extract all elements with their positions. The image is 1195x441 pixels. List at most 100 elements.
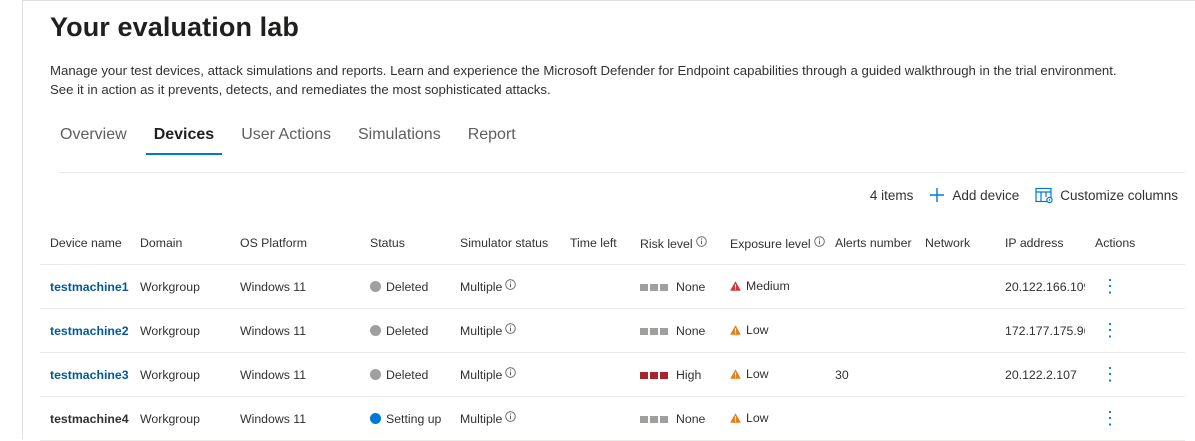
item-count: 4 items: [869, 187, 914, 203]
domain-cell: Workgroup: [130, 264, 230, 309]
time-left-cell: [560, 264, 630, 309]
tab-report[interactable]: Report: [458, 124, 526, 156]
domain-cell: Workgroup: [130, 396, 230, 441]
frame-top-border: [22, 0, 1195, 1]
more-actions-icon[interactable]: ⋮: [1101, 277, 1119, 295]
exposure-level-cell: Medium: [720, 264, 825, 309]
tab-simulations[interactable]: Simulations: [348, 124, 451, 156]
table-row[interactable]: testmachine2 Workgroup Windows 11 Deleted Mu…: [40, 308, 1185, 353]
column-header-os-platform[interactable]: OS Platform: [230, 222, 360, 265]
risk-level-cell: None: [630, 308, 720, 353]
status-label: Deleted: [386, 323, 429, 338]
actions-cell: ⋮: [1085, 396, 1185, 441]
tab-overview[interactable]: Overview: [50, 124, 137, 156]
info-icon[interactable]: [813, 235, 825, 247]
time-left-cell: [560, 308, 630, 353]
simulator-status-cell: Multiple: [450, 352, 560, 397]
column-header-risk-level-label: Risk level: [640, 236, 693, 251]
frame-left-border: [22, 0, 23, 439]
alerts-number-cell: [825, 264, 915, 309]
os-platform-cell: Windows 11: [230, 396, 360, 441]
status-dot-icon: [370, 412, 381, 424]
warning-triangle-icon: [730, 368, 741, 382]
device-name-link[interactable]: testmachine1: [40, 264, 130, 309]
table-settings-icon: [1035, 187, 1054, 204]
table-toolbar: 4 items Add device Customize columns: [870, 185, 1178, 205]
page-title: Your evaluation lab: [50, 12, 299, 42]
risk-level-bar-segment: [640, 415, 648, 423]
exposure-level-label: Low: [746, 367, 769, 381]
risk-level-cell: None: [630, 396, 720, 441]
device-name-link[interactable]: testmachine4: [40, 396, 130, 441]
column-header-domain[interactable]: Domain: [130, 222, 230, 265]
info-icon[interactable]: [505, 323, 517, 334]
table-row[interactable]: testmachine3 Workgroup Windows 11 Deleted Mu…: [40, 352, 1185, 397]
risk-level-bar-segment: [650, 283, 658, 291]
tab-devices[interactable]: Devices: [144, 124, 225, 156]
table-header-row: Device name Domain OS Platform Status Si…: [40, 222, 1185, 265]
os-platform-cell: Windows 11: [230, 352, 360, 397]
actions-cell: ⋮: [1085, 264, 1185, 309]
exposure-level-label: Medium: [746, 279, 790, 293]
info-icon[interactable]: [505, 279, 517, 290]
status-dot-icon: [370, 324, 381, 336]
add-device-button[interactable]: Add device: [928, 186, 1019, 204]
simulator-status-cell: Multiple: [450, 264, 560, 309]
network-cell: [915, 264, 995, 309]
more-actions-icon[interactable]: ⋮: [1101, 409, 1119, 427]
exposure-level-label: Low: [746, 411, 769, 425]
more-actions-icon[interactable]: ⋮: [1101, 321, 1119, 339]
table-row[interactable]: testmachine1 Workgroup Windows 11 Deleted Mu…: [40, 264, 1185, 309]
network-cell: [915, 308, 995, 353]
column-header-exposure-level-label: Exposure level: [730, 236, 811, 251]
warning-triangle-icon: [730, 324, 741, 338]
warning-triangle-icon: [730, 280, 741, 294]
info-icon[interactable]: [505, 367, 517, 378]
risk-level-bar-segment: [660, 327, 668, 335]
column-header-device-name[interactable]: Device name: [40, 222, 130, 265]
risk-level-cell: High: [630, 352, 720, 397]
actions-cell: ⋮: [1085, 352, 1185, 397]
exposure-level-cell: Low: [720, 352, 825, 397]
risk-level-bar: [640, 324, 670, 338]
risk-level-label: None: [676, 411, 706, 426]
network-cell: [915, 352, 995, 397]
column-header-ip-address[interactable]: IP address: [995, 222, 1085, 265]
risk-level-bar-segment: [660, 415, 668, 423]
column-header-risk-level[interactable]: Risk level: [630, 222, 720, 265]
time-left-cell: [560, 396, 630, 441]
column-header-actions: Actions: [1085, 222, 1185, 265]
alerts-number-cell: [825, 396, 915, 441]
column-header-alerts-number[interactable]: Alerts number: [825, 222, 915, 265]
status-label: Deleted: [386, 279, 429, 294]
simulator-status-cell: Multiple: [450, 396, 560, 441]
device-name-link[interactable]: testmachine3: [40, 352, 130, 397]
customize-columns-button[interactable]: Customize columns: [1035, 187, 1178, 204]
column-header-exposure-level[interactable]: Exposure level: [720, 222, 825, 265]
devices-table: Device name Domain OS Platform Status Si…: [40, 222, 1185, 441]
risk-level-bar-segment: [650, 415, 658, 423]
network-cell: [915, 396, 995, 441]
table-row[interactable]: testmachine4 Workgroup Windows 11 Setting u…: [40, 396, 1185, 441]
page-description: Manage your test devices, attack simulat…: [50, 63, 1117, 97]
column-header-network[interactable]: Network: [915, 222, 995, 265]
column-header-time-left[interactable]: Time left: [560, 222, 630, 265]
risk-level-bar-segment: [640, 327, 648, 335]
info-icon[interactable]: [695, 235, 707, 247]
actions-cell: ⋮: [1085, 308, 1185, 353]
column-header-status[interactable]: Status: [360, 222, 450, 265]
info-icon[interactable]: [505, 411, 517, 422]
status-label: Setting up: [386, 411, 442, 426]
domain-cell: Workgroup: [130, 308, 230, 353]
tab-bar: Overview Devices User Actions Simulation…: [50, 124, 533, 156]
domain-cell: Workgroup: [130, 352, 230, 397]
column-header-simulator-status[interactable]: Simulator status: [450, 222, 560, 265]
tab-user-actions[interactable]: User Actions: [231, 124, 341, 156]
more-actions-icon[interactable]: ⋮: [1101, 365, 1119, 383]
status-label: Deleted: [386, 367, 429, 382]
plus-icon: [928, 186, 946, 204]
device-name-link[interactable]: testmachine2: [40, 308, 130, 353]
ip-address-cell: 20.122.166.109: [995, 264, 1085, 309]
risk-level-label: High: [676, 367, 702, 382]
os-platform-cell: Windows 11: [230, 308, 360, 353]
